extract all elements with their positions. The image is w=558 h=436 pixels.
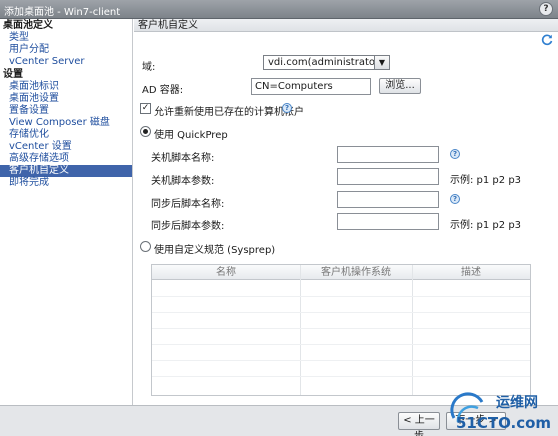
reuse-accounts-checkbox[interactable]: ✓ <box>140 103 151 114</box>
sync-script-name-input[interactable] <box>337 191 439 208</box>
sidebar-item-advanced-storage[interactable]: 高级存储选项 <box>0 153 132 165</box>
customization-spec-table[interactable]: 名称 客户机操作系统 描述 <box>151 264 531 396</box>
sync-script-params-input[interactable] <box>337 213 439 230</box>
domain-select-value: vdi.com(administrator) <box>268 57 384 68</box>
sidebar-item-user-assignment[interactable]: 用户分配 <box>0 44 132 56</box>
info-icon[interactable]: ? <box>450 149 460 159</box>
sync-script-name-label: 同步后脚本名称: <box>151 199 225 210</box>
sysprep-label: 使用自定义规范 (Sysprep) <box>154 245 276 256</box>
back-button[interactable]: < 上一步 <box>398 412 440 436</box>
sidebar-item-ready-to-complete[interactable]: 即将完成 <box>0 177 132 189</box>
row-divider <box>152 312 530 313</box>
sync-params-example: 示例: p1 p2 p3 <box>450 220 522 231</box>
column-header-name[interactable]: 名称 <box>152 265 300 280</box>
sidebar-section-pool-definition: 桌面池定义 <box>3 20 53 31</box>
sidebar-item-vcenter-server[interactable]: vCenter Server <box>0 56 132 68</box>
page-title: 客户机自定义 <box>138 20 198 31</box>
sidebar-item-type[interactable]: 类型 <box>0 32 132 44</box>
row-divider <box>152 344 530 345</box>
chevron-down-icon[interactable]: ▼ <box>374 56 389 69</box>
wizard-sidebar: 桌面池定义 类型 用户分配 vCenter Server 设置 桌面池标识 桌面… <box>0 19 133 405</box>
domain-label: 域: <box>142 62 156 73</box>
browse-button[interactable]: 浏览... <box>379 78 421 94</box>
watermark-line2: 51CTO.com <box>456 414 551 432</box>
sidebar-item-storage-optimization[interactable]: 存储优化 <box>0 129 132 141</box>
column-header-guest-os[interactable]: 客户机操作系统 <box>300 265 412 280</box>
quickprep-label: 使用 QuickPrep <box>154 130 228 141</box>
sidebar-section-settings: 设置 <box>3 69 23 80</box>
sync-script-params-label: 同步后脚本参数: <box>151 221 225 232</box>
watermark-logo: 运维网 51CTO.com <box>448 388 556 434</box>
sidebar-item-view-composer-disks[interactable]: View Composer 磁盘 <box>0 117 132 129</box>
info-icon[interactable]: ? <box>450 194 460 204</box>
ad-container-input[interactable]: CN=Computers <box>251 78 371 95</box>
shutdown-script-name-label: 关机脚本名称: <box>151 153 215 164</box>
watermark-line1: 运维网 <box>496 394 538 411</box>
ad-container-label: AD 容器: <box>142 85 184 96</box>
row-divider <box>152 328 530 329</box>
row-divider <box>152 296 530 297</box>
guest-customization-form: 域: vdi.com(administrator) ▼ AD 容器: CN=Co… <box>134 33 558 405</box>
row-divider <box>152 360 530 361</box>
sidebar-item-provisioning-settings[interactable]: 置备设置 <box>0 105 132 117</box>
shutdown-params-example: 示例: p1 p2 p3 <box>450 175 522 186</box>
shutdown-script-name-input[interactable] <box>337 146 439 163</box>
window-title: 添加桌面池 - Win7-client <box>4 7 121 18</box>
page-header: 客户机自定义 <box>134 19 558 32</box>
help-button[interactable]: ? <box>539 2 553 16</box>
row-divider <box>152 376 530 377</box>
sidebar-item-pool-settings[interactable]: 桌面池设置 <box>0 93 132 105</box>
sidebar-item-vcenter-settings[interactable]: vCenter 设置 <box>0 141 132 153</box>
info-icon[interactable]: ? <box>282 103 292 113</box>
quickprep-radio[interactable] <box>140 126 151 137</box>
sidebar-item-pool-identification[interactable]: 桌面池标识 <box>0 81 132 93</box>
sysprep-radio[interactable] <box>140 241 151 252</box>
sidebar-item-guest-customization[interactable]: 客户机自定义 <box>0 165 132 177</box>
column-header-description[interactable]: 描述 <box>412 265 530 280</box>
shutdown-script-params-input[interactable] <box>337 168 439 185</box>
domain-select[interactable]: vdi.com(administrator) ▼ <box>263 55 390 70</box>
shutdown-script-params-label: 关机脚本参数: <box>151 176 215 187</box>
window-titlebar: 添加桌面池 - Win7-client ? <box>0 0 558 19</box>
